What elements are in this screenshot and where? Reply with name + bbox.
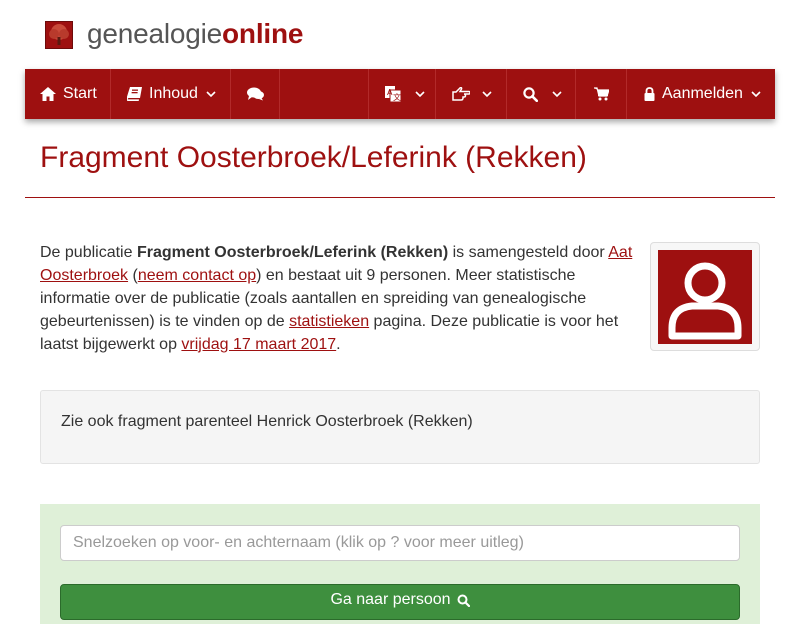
nav-search[interactable]: [507, 69, 576, 119]
chevron-down-icon: [552, 85, 562, 103]
see-also-text: Zie ook fragment parenteel Henrick Ooste…: [61, 413, 473, 430]
nav-chat[interactable]: [231, 69, 280, 119]
nav-start-label: Start: [63, 85, 97, 102]
tree-icon[interactable]: [45, 21, 73, 49]
chat-icon: [246, 87, 264, 101]
main-navbar: Start Inhoud A文 Aanmelden: [25, 69, 775, 119]
translate-icon: A文: [385, 86, 401, 102]
site-header: genealogieonline: [0, 0, 800, 69]
chevron-down-icon: [206, 85, 216, 103]
nav-cart[interactable]: [576, 69, 627, 119]
statistics-link[interactable]: statistieken: [289, 313, 369, 330]
last-updated-link[interactable]: vrijdag 17 maart 2017: [181, 336, 336, 353]
author-avatar[interactable]: [650, 242, 760, 351]
cart-icon: [593, 87, 609, 101]
hand-pointer-icon: [452, 87, 470, 101]
nav-login-label: Aanmelden: [662, 85, 743, 102]
intro-text: De publicatie: [40, 244, 137, 261]
go-to-person-button[interactable]: Ga naar persoon: [60, 584, 740, 620]
nav-pointer[interactable]: [436, 69, 507, 119]
chevron-down-icon: [751, 85, 761, 103]
home-icon: [40, 87, 56, 101]
intro-text: .: [336, 336, 341, 353]
contact-link[interactable]: neem contact op: [138, 267, 256, 284]
nav-inhoud-label: Inhoud: [149, 85, 198, 102]
go-to-person-label: Ga naar persoon: [330, 591, 451, 608]
search-icon: [457, 594, 470, 607]
intro-text: (: [128, 267, 138, 284]
nav-inhoud[interactable]: Inhoud: [111, 69, 231, 119]
lock-icon: [644, 87, 655, 101]
brand-part2: online: [222, 18, 304, 49]
publication-intro: De publicatie Fragment Oosterbroek/Lefer…: [40, 241, 638, 356]
nav-language[interactable]: A文: [368, 69, 436, 119]
site-logo[interactable]: genealogieonline: [87, 16, 303, 52]
page-title: Fragment Oosterbroek/Leferink (Rekken): [40, 141, 587, 174]
user-icon: [658, 250, 752, 344]
svg-text:文: 文: [393, 92, 401, 102]
publication-name: Fragment Oosterbroek/Leferink (Rekken): [136, 244, 449, 261]
chevron-down-icon: [482, 85, 492, 103]
search-icon: [523, 86, 538, 102]
quick-search-panel: Ga naar persoon: [40, 504, 760, 624]
nav-start[interactable]: Start: [25, 69, 111, 119]
nav-login[interactable]: Aanmelden: [627, 69, 775, 119]
book-icon: [127, 87, 142, 101]
title-divider: [25, 197, 775, 198]
chevron-down-icon: [415, 85, 425, 103]
quick-search-input[interactable]: [60, 525, 740, 561]
see-also-well: Zie ook fragment parenteel Henrick Ooste…: [40, 390, 760, 464]
brand-part1: genealogie: [87, 18, 223, 49]
intro-text: is samengesteld door: [448, 244, 609, 261]
